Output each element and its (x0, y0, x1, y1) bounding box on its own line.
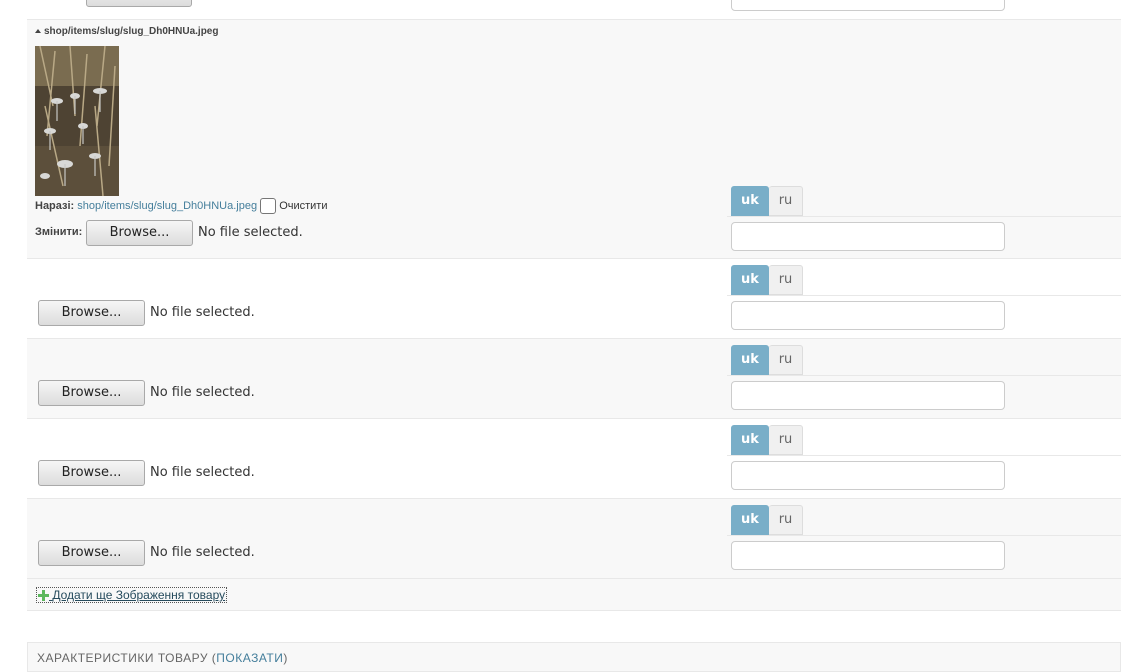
tab-ru[interactable]: ru (769, 425, 803, 455)
tab-uk[interactable]: uk (731, 425, 769, 455)
tab-rule (727, 295, 1121, 296)
tab-rule (727, 535, 1121, 536)
browse-button-existing[interactable]: Browse... (86, 220, 193, 246)
tab-uk[interactable]: uk (731, 265, 769, 295)
browse-button[interactable]: Browse... (38, 300, 145, 326)
tab-uk[interactable]: uk (731, 345, 769, 375)
no-file-text: No file selected. (150, 465, 255, 480)
inline-row-upload: Browse... No file selected. uk ru (27, 259, 1121, 339)
clear-checkbox[interactable] (260, 198, 277, 214)
caret-up-icon (35, 29, 41, 34)
tab-rule (727, 455, 1121, 456)
image-path-header: shop/items/slug/slug_Dh0HNUa.jpeg (35, 26, 218, 37)
tab-ru[interactable]: ru (769, 505, 803, 535)
browse-button-previous[interactable] (86, 0, 192, 7)
inline-row-upload: Browse... No file selected. uk ru (27, 419, 1121, 499)
inline-row-upload: Browse... No file selected. uk ru (27, 499, 1121, 579)
plus-icon (38, 590, 49, 602)
no-file-text-existing: No file selected. (198, 225, 303, 240)
no-file-text: No file selected. (150, 545, 255, 560)
no-file-text: No file selected. (150, 305, 255, 320)
tab-uk[interactable]: uk (731, 186, 769, 216)
browse-button[interactable]: Browse... (38, 540, 145, 566)
tab-ru[interactable]: ru (769, 345, 803, 375)
clear-label[interactable]: Очистити (279, 200, 327, 212)
inline-row-existing-image: shop/items/slug/slug_Dh0HNUa.jpeg Наразі… (27, 20, 1121, 259)
characteristics-close: ) (283, 651, 288, 665)
add-another-link[interactable]: Додати ще Зображення товару (36, 587, 228, 603)
inline-row-previous (27, 0, 1121, 20)
text-input-existing[interactable] (731, 222, 1005, 251)
browse-button[interactable]: Browse... (38, 460, 145, 486)
current-file-line: Наразі: shop/items/slug/slug_Dh0HNUa.jpe… (35, 198, 327, 214)
text-input[interactable] (731, 541, 1005, 570)
change-label: Змінити: (35, 226, 83, 238)
image-path-label: shop/items/slug/slug_Dh0HNUa.jpeg (44, 26, 219, 37)
characteristics-toggle-link[interactable]: ПОКАЗАТИ (216, 651, 283, 665)
browse-button[interactable]: Browse... (38, 380, 145, 406)
tab-ru[interactable]: ru (769, 265, 803, 295)
text-input-previous[interactable] (731, 0, 1005, 11)
no-file-text: No file selected. (150, 385, 255, 400)
text-input[interactable] (731, 301, 1005, 330)
tab-uk[interactable]: uk (731, 505, 769, 535)
text-input[interactable] (731, 381, 1005, 410)
tab-ru[interactable]: ru (769, 186, 803, 216)
current-file-link[interactable]: shop/items/slug/slug_Dh0HNUa.jpeg (77, 200, 257, 212)
add-another-label: Додати ще Зображення товару (52, 588, 226, 602)
characteristics-header: ХАРАКТЕРИСТИКИ ТОВАРУ (ПОКАЗАТИ) (27, 642, 1121, 672)
tab-rule (727, 216, 1121, 217)
inline-row-upload: Browse... No file selected. uk ru (27, 339, 1121, 419)
tab-rule (727, 375, 1121, 376)
characteristics-title: ХАРАКТЕРИСТИКИ ТОВАРУ ( (37, 651, 217, 665)
text-input[interactable] (731, 461, 1005, 490)
image-thumbnail[interactable] (35, 46, 119, 196)
current-label: Наразі: (35, 199, 75, 212)
add-row-container: Додати ще Зображення товару (27, 579, 1121, 611)
